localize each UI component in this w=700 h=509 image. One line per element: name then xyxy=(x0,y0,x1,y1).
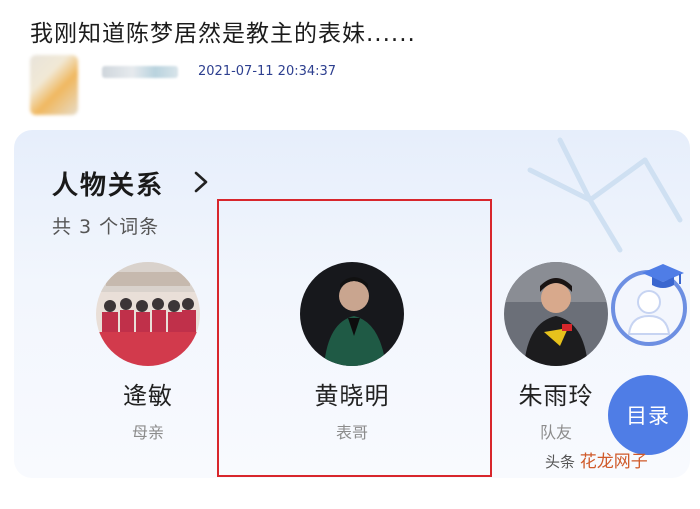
catalog-menu-button[interactable]: 目录 xyxy=(608,375,688,455)
person-photo xyxy=(96,262,200,366)
highlight-box xyxy=(217,199,492,477)
person-photo xyxy=(504,262,608,366)
post-title: 我刚知道陈梦居然是教主的表妹...... xyxy=(30,21,416,47)
relation-person-1[interactable]: 逄敏 母亲 xyxy=(78,262,218,443)
person-role: 队友 xyxy=(539,423,572,442)
person-name: 朱雨玲 xyxy=(518,382,594,410)
watermark: 头条 花龙网子 xyxy=(545,447,648,472)
person-name: 逄敏 xyxy=(123,382,173,410)
person-role: 母亲 xyxy=(131,423,164,442)
relations-count: 共 3 个词条 xyxy=(52,216,160,238)
relations-heading[interactable]: 人物关系 xyxy=(52,165,164,202)
author-name-blurred[interactable] xyxy=(102,66,178,78)
post-timestamp: 2021-07-11 20:34:37 xyxy=(198,64,337,79)
chevron-right-icon[interactable] xyxy=(193,170,209,194)
decorative-network-graphic xyxy=(527,137,683,253)
relation-person-3[interactable]: 朱雨玲 队友 xyxy=(486,262,626,443)
watermark-prefix: 头条 xyxy=(545,453,576,471)
graduation-cap-icon xyxy=(642,264,684,288)
author-avatar[interactable] xyxy=(30,55,78,115)
watermark-logo: 花龙网子 xyxy=(579,452,648,472)
